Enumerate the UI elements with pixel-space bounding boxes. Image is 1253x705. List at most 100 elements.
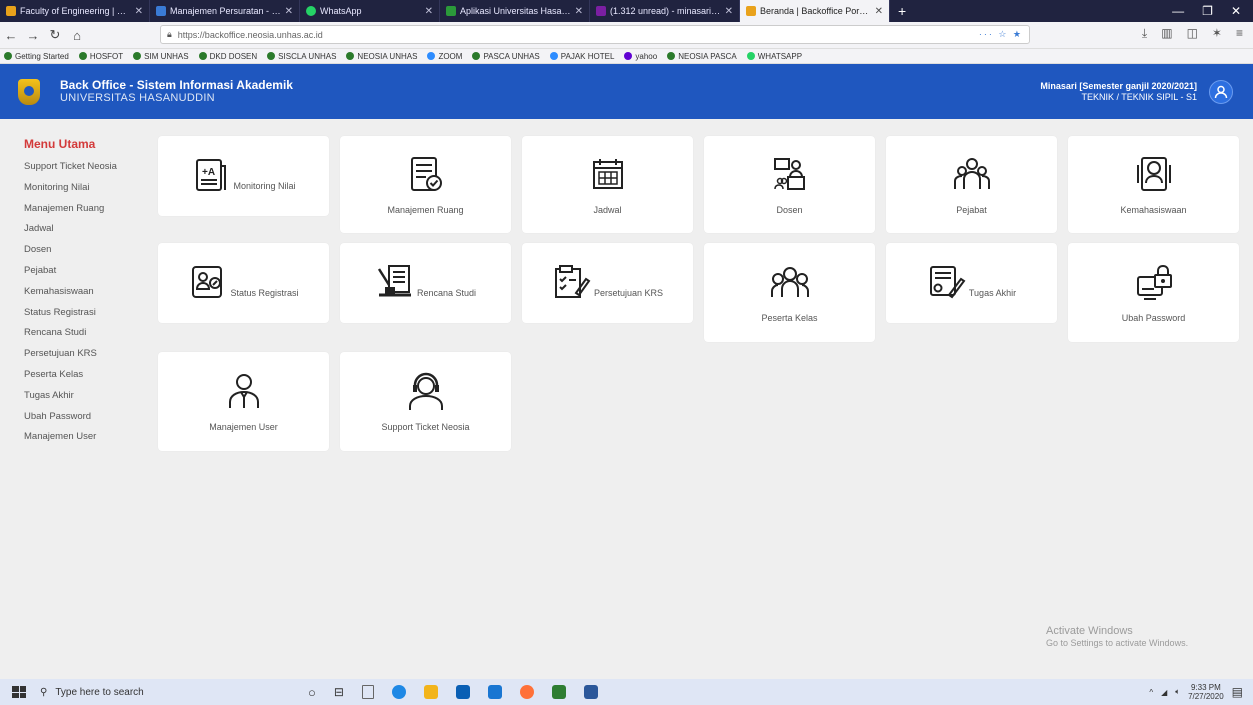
mail-icon[interactable]: [487, 685, 502, 699]
app-title: Back Office - Sistem Informasi Akademik: [60, 78, 293, 92]
tab-close-icon[interactable]: ✕: [135, 6, 143, 17]
sidebar-item-dosen[interactable]: Dosen: [24, 240, 134, 261]
bookmark-item[interactable]: NEOSIA PASCA: [667, 52, 737, 61]
sidebar-item-support-ticket[interactable]: Support Ticket Neosia: [24, 157, 134, 178]
sidebar-item-ubah-password[interactable]: Ubah Password: [24, 407, 134, 428]
card-status-registrasi[interactable]: Status Registrasi: [158, 243, 329, 323]
zoom-icon: [427, 52, 436, 60]
sidebar-item-monitoring-nilai[interactable]: Monitoring Nilai: [24, 178, 134, 199]
card-dosen[interactable]: Dosen: [704, 136, 875, 233]
menu-icon[interactable]: ≡: [1236, 26, 1243, 41]
card-manajemen-ruang[interactable]: Manajemen Ruang: [340, 136, 511, 233]
sidebar-item-peserta-kelas[interactable]: Peserta Kelas: [24, 365, 134, 386]
library-icon[interactable]: ▥: [1161, 26, 1172, 41]
url-bar[interactable]: 🔒︎ https://backoffice.neosia.unhas.ac.id…: [160, 25, 1030, 44]
browser-tab[interactable]: Faculty of Engineering | Hasan ✕: [0, 0, 150, 22]
sidebar-item-persetujuan-krs[interactable]: Persetujuan KRS: [24, 344, 134, 365]
card-manajemen-user[interactable]: Manajemen User: [158, 352, 329, 451]
card-label: Support Ticket Neosia: [381, 421, 470, 432]
file-icon[interactable]: [361, 685, 374, 699]
app-title-block: Back Office - Sistem Informasi Akademik …: [60, 78, 293, 105]
sidebar-item-tugas-akhir[interactable]: Tugas Akhir: [24, 386, 134, 407]
sidebar-item-status-registrasi[interactable]: Status Registrasi: [24, 303, 134, 324]
card-ubah-password[interactable]: Ubah Password: [1068, 243, 1239, 342]
browser-toolbar-icons: ⤓ ▥ ◫ ✶ ≡: [1142, 26, 1243, 41]
card-tugas-akhir[interactable]: Tugas Akhir: [886, 243, 1057, 323]
tab-close-icon[interactable]: ✕: [725, 6, 733, 17]
reload-icon[interactable]: ↻: [44, 27, 66, 43]
card-support-ticket[interactable]: Support Ticket Neosia: [340, 352, 511, 451]
card-label: Tugas Akhir: [968, 288, 1017, 298]
browser-tab[interactable]: Aplikasi Universitas Hasanuddi ✕: [440, 0, 590, 22]
card-peserta-kelas[interactable]: Peserta Kelas: [704, 243, 875, 342]
user-avatar-icon[interactable]: [1209, 79, 1233, 104]
bookmark-item[interactable]: Getting Started: [4, 52, 69, 61]
download-icon[interactable]: ⤓: [1142, 26, 1147, 41]
bookmark-star-icon[interactable]: ··· ☆ ★: [979, 29, 1029, 40]
store-icon[interactable]: [455, 685, 470, 699]
taskbar-search[interactable]: ⚲ Type here to search: [40, 679, 280, 705]
tab-close-icon[interactable]: ✕: [875, 6, 883, 17]
clock-date: 7/27/2020: [1188, 692, 1224, 701]
tab-close-icon[interactable]: ✕: [425, 6, 433, 17]
bookmark-item[interactable]: yahoo: [624, 52, 657, 61]
bookmark-item[interactable]: NEOSIA UNHAS: [346, 52, 417, 61]
volume-icon[interactable]: 🔈︎: [1175, 687, 1180, 697]
sidebar-item-manajemen-user[interactable]: Manajemen User: [24, 427, 134, 448]
card-pejabat[interactable]: Pejabat: [886, 136, 1057, 233]
sidebar-item-kemahasiswaan[interactable]: Kemahasiswaan: [24, 282, 134, 303]
browser-tab[interactable]: Manajemen Persuratan - Unive ✕: [150, 0, 300, 22]
network-icon[interactable]: ◢: [1161, 688, 1167, 697]
file-explorer-icon[interactable]: [423, 685, 438, 699]
sidebar-item-pejabat[interactable]: Pejabat: [24, 261, 134, 282]
room-checklist-icon: [406, 155, 446, 195]
card-persetujuan-krs[interactable]: Persetujuan KRS: [522, 243, 693, 323]
bookmark-item[interactable]: ZOOM: [427, 52, 462, 61]
close-icon[interactable]: ✕: [1231, 4, 1241, 18]
card-jadwal[interactable]: Jadwal: [522, 136, 693, 233]
sidebar-item-jadwal[interactable]: Jadwal: [24, 219, 134, 240]
bookmark-item[interactable]: PAJAK HOTEL: [549, 52, 614, 61]
sidebar-item-manajemen-ruang[interactable]: Manajemen Ruang: [24, 199, 134, 220]
card-rencana-studi[interactable]: Rencana Studi: [340, 243, 511, 323]
card-kemahasiswaan[interactable]: Kemahasiswaan: [1068, 136, 1239, 233]
support-headset-icon: [406, 372, 446, 412]
card-label: Manajemen Ruang: [387, 204, 464, 215]
bookmark-item[interactable]: HOSFOT: [78, 52, 123, 61]
minimize-icon[interactable]: —: [1172, 4, 1184, 18]
browser-tab[interactable]: WhatsApp ✕: [300, 0, 440, 22]
back-arrow-icon[interactable]: ←: [0, 28, 22, 43]
maximize-icon[interactable]: ❐: [1202, 4, 1213, 18]
notifications-icon[interactable]: ▤: [1232, 685, 1243, 699]
chevron-up-icon[interactable]: ^: [1149, 688, 1153, 697]
edge-icon[interactable]: [391, 685, 406, 699]
university-favicon-icon: [446, 6, 456, 16]
card-monitoring-nilai[interactable]: +A Monitoring Nilai: [158, 136, 329, 216]
home-icon[interactable]: ⌂: [66, 28, 88, 43]
bookmark-item[interactable]: SIM UNHAS: [133, 52, 189, 61]
bookmark-item[interactable]: WHATSAPP: [746, 52, 802, 61]
task-view-icon[interactable]: ⊟: [334, 685, 344, 699]
app-favicon-icon: [156, 6, 166, 16]
word-icon[interactable]: [583, 685, 598, 699]
sidebar-toggle-icon[interactable]: ◫: [1187, 26, 1198, 41]
sidebar-item-rencana-studi[interactable]: Rencana Studi: [24, 323, 134, 344]
tab-title: WhatsApp: [320, 6, 362, 16]
new-tab-button[interactable]: +: [890, 0, 914, 22]
clock[interactable]: 9:33 PM 7/27/2020: [1188, 683, 1224, 701]
browser-tab[interactable]: (1.312 unread) - minasari.and ✕: [590, 0, 740, 22]
bookmark-item[interactable]: DKD DOSEN: [198, 52, 257, 61]
windows-start-icon[interactable]: [12, 686, 26, 698]
browser-tab-active[interactable]: Beranda | Backoffice Portal Aka ✕: [740, 0, 890, 22]
app-icon[interactable]: [551, 685, 566, 699]
bookmark-item[interactable]: SISCLA UNHAS: [267, 52, 336, 61]
firefox-icon[interactable]: [519, 685, 534, 699]
forward-arrow-icon[interactable]: →: [22, 28, 44, 43]
tab-close-icon[interactable]: ✕: [285, 6, 293, 17]
cortana-icon[interactable]: ○: [308, 685, 316, 700]
tab-title: (1.312 unread) - minasari.and: [610, 6, 721, 16]
whatsapp-icon: [746, 52, 755, 60]
extension-icon[interactable]: ✶: [1212, 26, 1222, 41]
bookmark-item[interactable]: PASCA UNHAS: [472, 52, 540, 61]
tab-close-icon[interactable]: ✕: [575, 6, 583, 17]
